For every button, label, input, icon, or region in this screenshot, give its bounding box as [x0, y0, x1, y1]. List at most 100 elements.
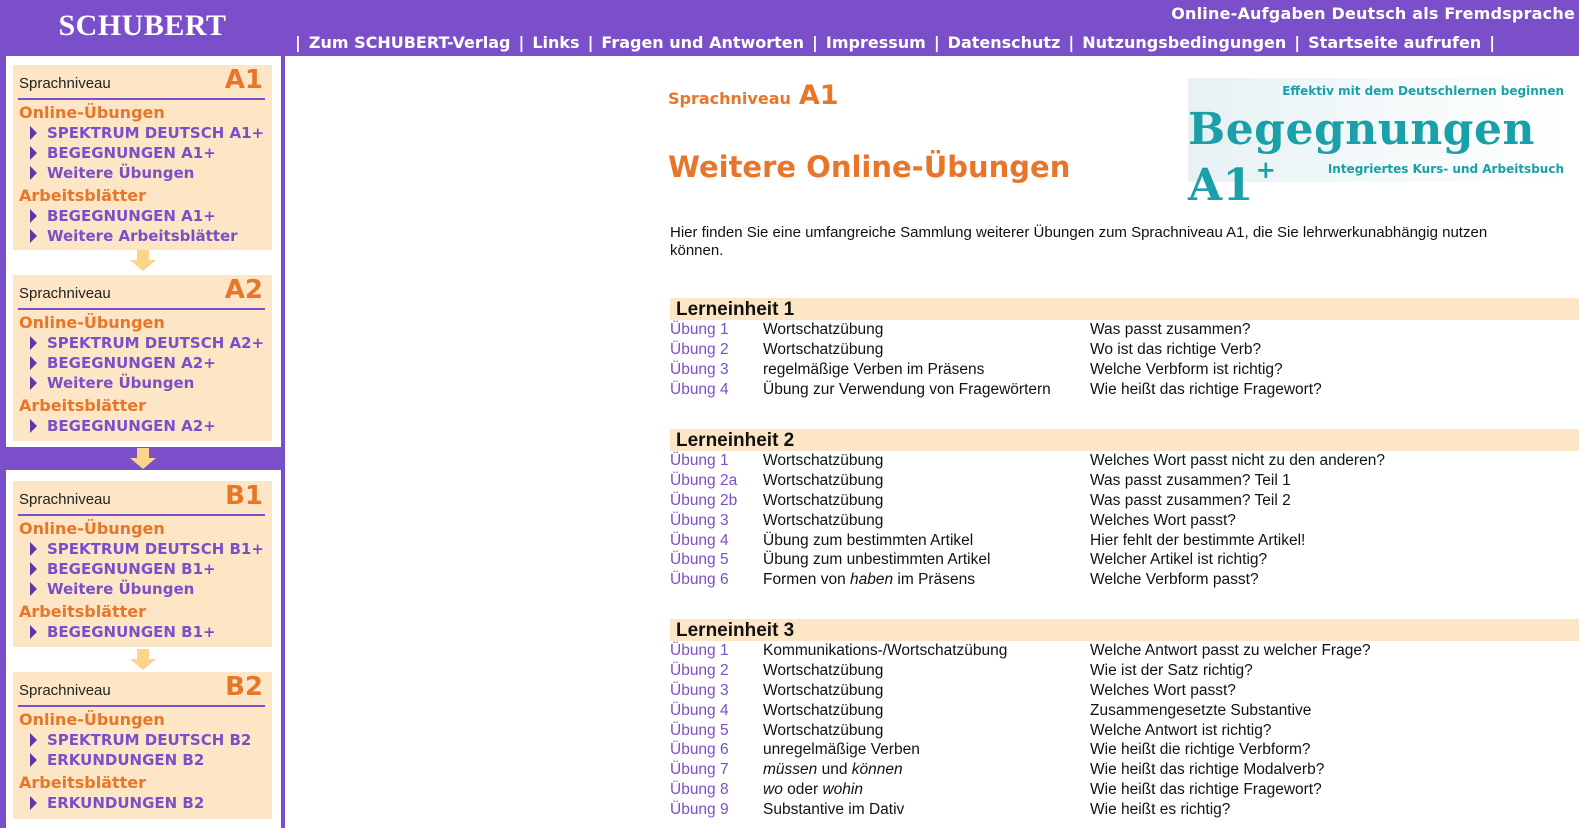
- level-label: Sprachniveau: [668, 89, 791, 108]
- exercise-link[interactable]: Übung 1: [670, 451, 729, 471]
- sidebar-link-worksheet[interactable]: BEGEGNUNGEN A2+: [30, 417, 216, 435]
- nav-separator: |: [1294, 33, 1301, 52]
- exercise-link[interactable]: Übung 3: [670, 360, 729, 380]
- down-arrow-icon: [130, 448, 156, 470]
- exercise-link[interactable]: Übung 3: [670, 681, 729, 701]
- exercise-question: Wie ist der Satz richtig?: [1090, 661, 1253, 679]
- nav-link-5[interactable]: Datenschutz: [948, 33, 1061, 52]
- exercise-link[interactable]: Übung 4: [670, 380, 729, 400]
- level-sidebar: Sprachniveau A1 Online-Übungen SPEKTRUM DEU…: [0, 56, 285, 828]
- sidebar-link-worksheet[interactable]: BEGEGNUNGEN B1+: [30, 623, 216, 641]
- topic-part: wohin: [822, 781, 863, 799]
- begegnungen-banner[interactable]: Effektiv mit dem Deutschlernen beginnen …: [1188, 78, 1568, 211]
- exercise-question: Welche Verbform passt?: [1090, 571, 1259, 589]
- nav-link-2[interactable]: Links: [532, 33, 579, 52]
- level-code-badge: B2: [225, 672, 263, 702]
- sidebar-link-online[interactable]: BEGEGNUNGEN A2+: [30, 354, 216, 372]
- level-heading: Sprachniveau: [19, 491, 111, 508]
- exercise-link[interactable]: Übung 9: [670, 800, 729, 820]
- exercise-link[interactable]: Übung 5: [670, 550, 729, 570]
- exercise-topic: Wortschatzübung: [763, 511, 884, 529]
- sidebar-link-online[interactable]: Weitere Übungen: [29, 580, 194, 598]
- sidebar-link-online[interactable]: SPEKTRUM DEUTSCH A1+: [29, 124, 264, 142]
- exercise-row: Übung 2a Wortschatzübung Was passt zusamme…: [670, 471, 1579, 491]
- exercise-question: Welche Verbform ist richtig?: [1090, 360, 1283, 378]
- sidebar-link-online[interactable]: ERKUNDUNGEN B2: [29, 751, 204, 769]
- sidebar-link-online[interactable]: BEGEGNUNGEN A1+: [30, 144, 216, 162]
- exercise-link[interactable]: Übung 4: [670, 701, 729, 721]
- exercise-link[interactable]: Übung 2: [670, 661, 729, 681]
- nav-separator: |: [1068, 33, 1075, 52]
- exercise-link[interactable]: Übung 4: [670, 531, 729, 551]
- sidebar-link-worksheet[interactable]: Weitere Arbeitsblätter: [30, 227, 238, 245]
- nav-separator: |: [812, 33, 818, 52]
- exercise-topic: unregelmäßige Verben: [763, 741, 920, 759]
- sidebar-link-online[interactable]: SPEKTRUM DEUTSCH B1+: [30, 540, 264, 558]
- top-navigation: | Zum SCHUBERT-Verlag | Links | Fragen und An…: [287, 33, 1503, 52]
- nav-link-4[interactable]: Impressum: [826, 33, 926, 52]
- exercise-topic: Übung zum unbestimmten Artikel: [763, 551, 991, 569]
- exercise-row: Übung 6 Formen von haben im Präsens Welche…: [670, 570, 1579, 590]
- topic-part: im Präsens: [893, 571, 975, 589]
- nav-link-7[interactable]: Startseite aufrufen: [1308, 33, 1481, 52]
- level-heading: Sprachniveau: [19, 285, 111, 302]
- level-indicator: Sprachniveau A1: [668, 80, 839, 111]
- sidebar-link-online[interactable]: BEGEGNUNGEN B1+: [30, 560, 216, 578]
- intro-text: Hier finden Sie eine umfangreiche Sammlu…: [670, 224, 1488, 259]
- exercise-topic: Wortschatzübung: [763, 340, 884, 358]
- exercise-link[interactable]: Übung 1: [670, 320, 729, 340]
- exercise-link[interactable]: Übung 5: [670, 721, 729, 741]
- exercise-topic: Wortschatzübung: [763, 491, 884, 509]
- nav-link-3[interactable]: Fragen und Antworten: [601, 33, 804, 52]
- exercise-row: Übung 1 Wortschatzübung Was passt zusammen…: [670, 320, 1579, 340]
- arrow-head: [130, 659, 156, 670]
- exercise-topic: Wortschatzübung: [763, 321, 884, 338]
- topic-part: wo: [763, 781, 783, 799]
- exercise-topic: Übung zum bestimmten Artikel: [763, 531, 974, 549]
- online-exercises-title: Online-Übungen: [19, 313, 165, 332]
- nav-separator: |: [587, 33, 594, 52]
- exercise-row: Übung 3 Wortschatzübung Welches Wort passt…: [670, 511, 1579, 531]
- exercise-topic: müssen und können: [763, 760, 903, 780]
- nav-link-6[interactable]: Nutzungsbedingungen: [1082, 33, 1286, 52]
- banner-subtitle: Integriertes Kurs- und Arbeitsbuch: [1327, 162, 1564, 176]
- exercise-question: Wie heißt es richtig?: [1090, 801, 1231, 819]
- unit-heading: Lerneinheit 1: [670, 298, 1579, 320]
- exercise-link[interactable]: Übung 8: [670, 780, 729, 800]
- exercise-topic: Kommunikations-/Wortschatzübung: [763, 642, 1008, 659]
- nav-link-1[interactable]: Zum SCHUBERT-Verlag: [309, 33, 511, 52]
- exercise-question: Hier fehlt der bestimmte Artikel!: [1090, 531, 1306, 549]
- exercise-link[interactable]: Übung 6: [670, 740, 729, 760]
- sidebar-link-online[interactable]: Weitere Übungen: [29, 164, 194, 182]
- schubert-logo[interactable]: SCHUBERT: [0, 0, 285, 56]
- exercise-row: Übung 3 Wortschatzübung Welches Wort passt…: [670, 681, 1579, 701]
- worksheets-title: Arbeitsblätter: [19, 186, 147, 205]
- sidebar-link-online[interactable]: Weitere Übungen: [29, 374, 194, 392]
- exercise-question: Was passt zusammen? Teil 1: [1090, 471, 1291, 489]
- sidebar-link-online[interactable]: SPEKTRUM DEUTSCH B2: [29, 731, 251, 749]
- exercise-link[interactable]: Übung 6: [670, 570, 729, 590]
- unit-heading: Lerneinheit 2: [670, 429, 1579, 451]
- exercise-link[interactable]: Übung 3: [670, 511, 729, 531]
- exercise-link[interactable]: Übung 2b: [670, 491, 737, 511]
- exercise-question: Zusammengesetzte Substantive: [1090, 701, 1312, 719]
- exercise-link[interactable]: Übung 1: [670, 641, 729, 661]
- nav-separator: |: [1489, 33, 1496, 52]
- exercise-link[interactable]: Übung 2a: [670, 471, 737, 491]
- sidebar-link-worksheet[interactable]: BEGEGNUNGEN A1+: [30, 207, 216, 225]
- exercise-row: Übung 4 Übung zum bestimmten Artikel Hier …: [670, 531, 1579, 551]
- site-tagline: Online-Aufgaben Deutsch als Fremdsprache: [1171, 4, 1575, 23]
- exercise-link[interactable]: Übung 7: [670, 760, 729, 780]
- level-box-a1: Sprachniveau A1 Online-Übungen SPEKTRUM DEU…: [13, 65, 272, 250]
- exercise-question: Wo ist das richtige Verb?: [1090, 340, 1262, 358]
- exercise-row: Übung 4 Übung zur Verwendung von Fragewör…: [670, 380, 1579, 400]
- exercise-question: Welche Antwort passt zu welcher Frage?: [1090, 642, 1371, 659]
- exercise-topic: Wortschatzübung: [763, 701, 884, 719]
- exercise-link[interactable]: Übung 2: [670, 340, 729, 360]
- sidebar-link-worksheet[interactable]: ERKUNDUNGEN B2: [29, 794, 204, 812]
- main-content: Sprachniveau A1 Weitere Online-Übungen Ef…: [285, 56, 1579, 828]
- exercise-topic: Wortschatzübung: [763, 471, 884, 489]
- sidebar-link-online[interactable]: SPEKTRUM DEUTSCH A2+: [29, 334, 264, 352]
- exercise-row: Übung 5 Wortschatzübung Welche Antwort ist…: [670, 721, 1579, 741]
- level-divider: [18, 514, 265, 516]
